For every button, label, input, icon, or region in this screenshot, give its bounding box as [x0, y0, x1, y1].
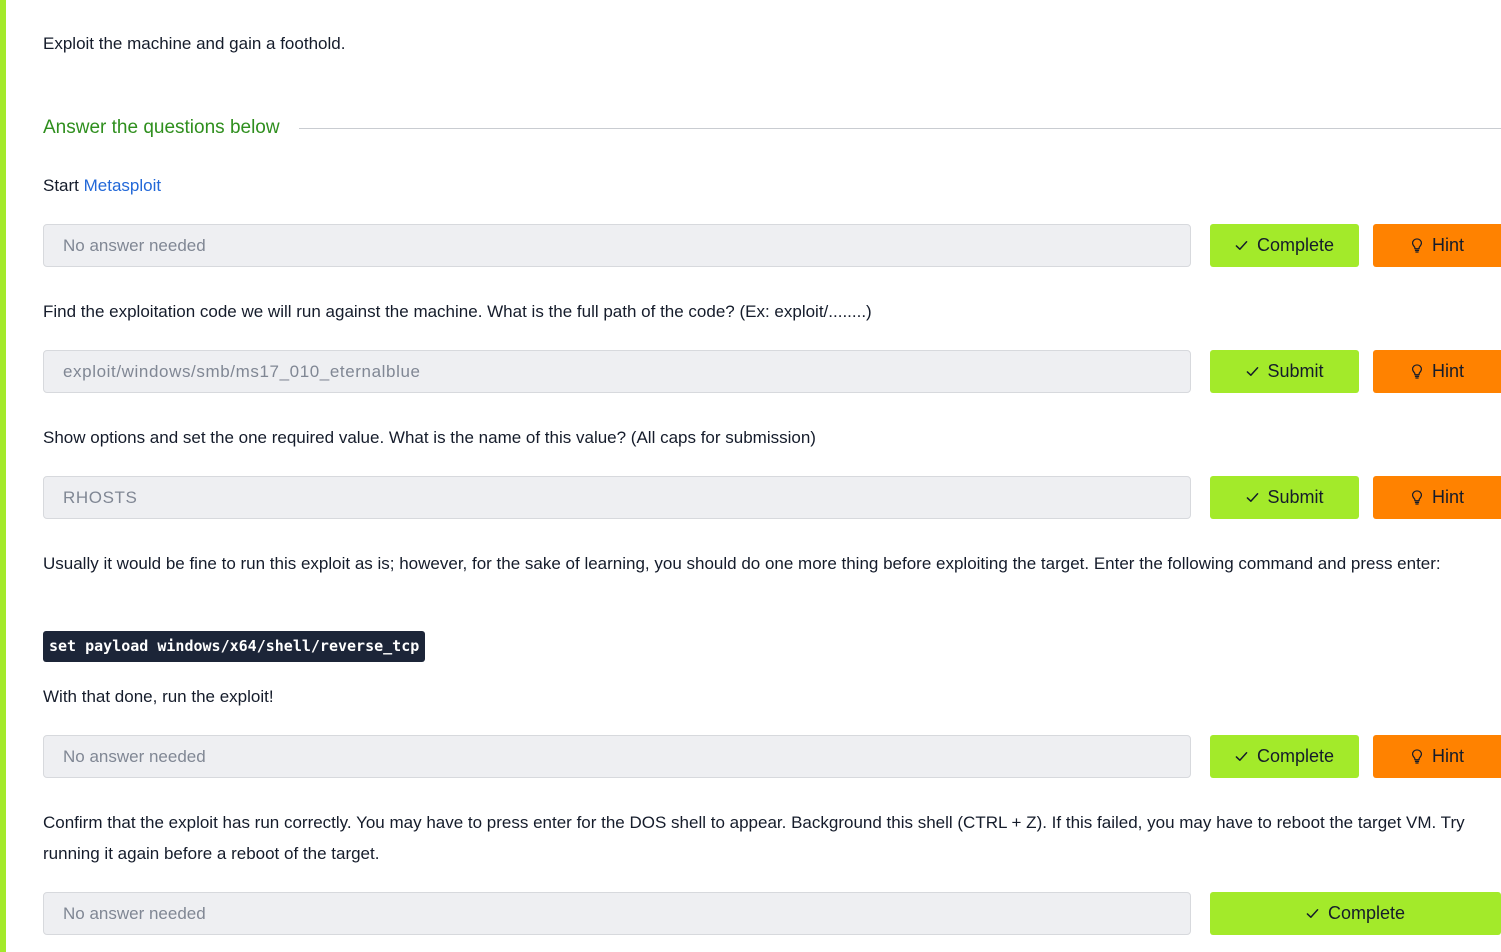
lightbulb-icon [1410, 238, 1424, 253]
check-icon [1306, 907, 1320, 921]
question-5-answer-field[interactable]: No answer needed [43, 892, 1191, 935]
question-3-answer-row: RHOSTS Submit Hint [43, 476, 1501, 519]
submit-label: Submit [1267, 361, 1324, 381]
question-2-submit-button[interactable]: Submit [1210, 350, 1359, 393]
questions-heading-text: Answer the questions below [43, 117, 280, 138]
hint-label: Hint [1431, 487, 1464, 507]
question-3-answer-field[interactable]: RHOSTS [43, 476, 1191, 519]
task-intro-text: Exploit the machine and gain a foothold. [43, 34, 346, 53]
question-2-hint-button[interactable]: Hint [1373, 350, 1501, 393]
question-2-text: Find the exploitation code we will run a… [43, 302, 872, 321]
question-3-text: Show options and set the one required va… [43, 428, 816, 447]
hint-label: Hint [1431, 235, 1464, 255]
metasploit-link[interactable]: Metasploit [84, 176, 161, 195]
lightbulb-icon [1410, 490, 1424, 505]
question-1-answer-row: No answer needed Complete Hint [43, 224, 1501, 267]
question-4-followup-text: With that done, run the exploit! [43, 687, 274, 706]
question-1-hint-button[interactable]: Hint [1373, 224, 1501, 267]
task-accent-bar [0, 0, 6, 952]
question-1-answer-field[interactable]: No answer needed [43, 224, 1191, 267]
question-4-answer-field[interactable]: No answer needed [43, 735, 1191, 778]
complete-label: Complete [1256, 746, 1335, 766]
question-5-complete-button[interactable]: Complete [1210, 892, 1501, 935]
hint-label: Hint [1431, 361, 1464, 381]
hint-label: Hint [1431, 746, 1464, 766]
question-5-text: Confirm that the exploit has run correct… [43, 813, 1465, 863]
question-1-complete-button[interactable]: Complete [1210, 224, 1359, 267]
task-page: Exploit the machine and gain a foothold.… [0, 0, 1501, 952]
lightbulb-icon [1410, 364, 1424, 379]
lightbulb-icon [1410, 749, 1424, 764]
heading-divider [298, 127, 1501, 129]
question-4-text: Usually it would be fine to run this exp… [43, 554, 1441, 573]
question-4-complete-button[interactable]: Complete [1210, 735, 1359, 778]
questions-section-heading: Answer the questions below [43, 115, 1501, 141]
question-3-hint-button[interactable]: Hint [1373, 476, 1501, 519]
submit-label: Submit [1267, 487, 1324, 507]
check-icon [1235, 239, 1249, 253]
question-3-submit-button[interactable]: Submit [1210, 476, 1359, 519]
question-2-answer-row: exploit/windows/smb/ms17_010_eternalblue… [43, 350, 1501, 393]
question-4-answer-row: No answer needed Complete Hint [43, 735, 1501, 778]
question-5-answer-row: No answer needed Complete [43, 892, 1501, 935]
check-icon [1235, 750, 1249, 764]
question-2-answer-field[interactable]: exploit/windows/smb/ms17_010_eternalblue [43, 350, 1191, 393]
check-icon [1245, 365, 1259, 379]
question-1-prefix: Start [43, 176, 84, 195]
complete-label: Complete [1327, 903, 1406, 923]
check-icon [1245, 491, 1259, 505]
question-1-text: Start Metasploit [43, 170, 1488, 201]
complete-label: Complete [1256, 235, 1335, 255]
payload-command-code: set payload windows/x64/shell/reverse_tc… [43, 631, 426, 662]
question-4-hint-button[interactable]: Hint [1373, 735, 1501, 778]
